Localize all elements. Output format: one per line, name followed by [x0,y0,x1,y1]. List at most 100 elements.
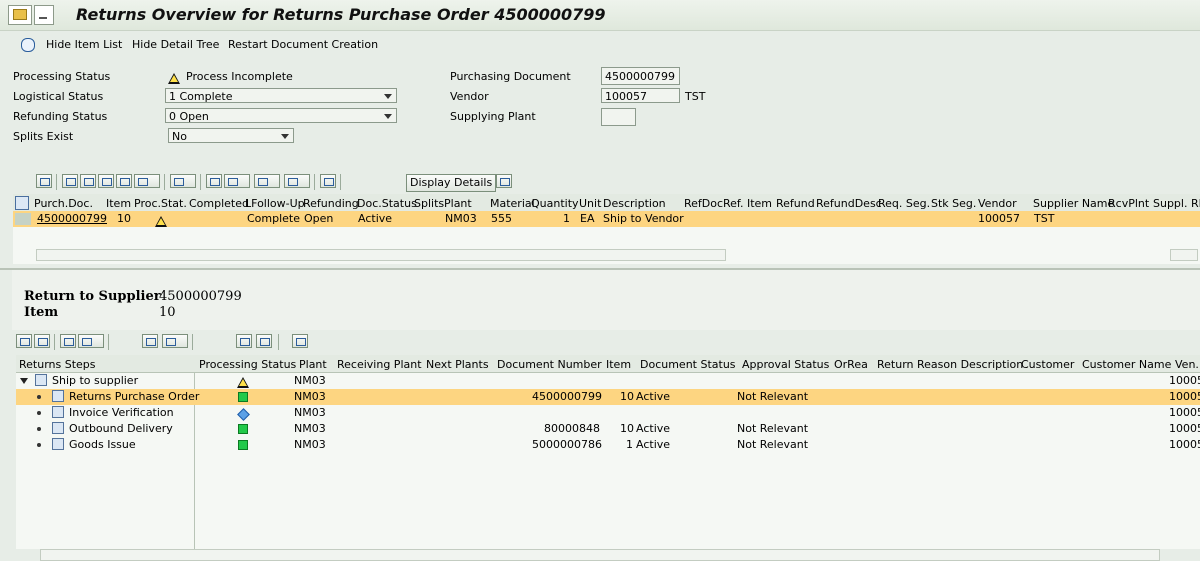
menu-dropdown-icon[interactable] [34,5,54,25]
col-lfollow-up[interactable]: LFollow-Up [245,197,305,210]
item-grid-horizontal-scrollbar[interactable] [36,249,726,261]
supplier-name-value: TST [1034,212,1055,225]
tree-row-returns-purchase-order[interactable]: Returns Purchase Order NM03 4500000799 1… [16,389,1200,405]
tree-row-goods-issue[interactable]: Goods Issue NM03 5000000786 1 Active Not… [16,437,1200,453]
col-returns-steps[interactable]: Returns Steps [19,358,96,371]
col-supplier-name[interactable]: Supplier Name [1033,197,1114,210]
hide-item-list-button[interactable]: Hide Item List [46,38,122,51]
col-req-seg[interactable]: Req. Seg. [878,197,930,210]
purch-doc-link[interactable]: 4500000799 [37,212,107,225]
export-icon[interactable] [254,174,280,188]
tree-row-outbound-delivery[interactable]: Outbound Delivery NM03 80000848 10 Activ… [16,421,1200,437]
col-ref-item[interactable]: Ref. Item [723,197,772,210]
close-icon[interactable] [292,334,308,348]
splits-exist-select[interactable]: No [168,128,294,143]
refunding-status-label: Refunding Status [13,110,108,123]
col-completed[interactable]: Completed [189,197,249,210]
collapse-all-icon[interactable] [34,334,50,348]
vendor-field[interactable]: 100057 [601,88,680,103]
refresh-icon [21,38,35,52]
layout-menu-icon[interactable] [8,5,32,25]
lfollow-up-value: Open [304,212,334,225]
green-status-icon [238,392,248,405]
layout-icon[interactable] [284,174,310,188]
col-document-status[interactable]: Document Status [640,358,736,371]
col-splits[interactable]: Splits [414,197,444,210]
col-approval-status[interactable]: Approval Status [742,358,829,371]
close-icon[interactable] [496,174,512,188]
window-title: Returns Overview for Returns Purchase Or… [76,5,606,24]
col-vendor[interactable]: Vendor [978,197,1017,210]
description-value: Ship to Vendor [603,212,684,225]
col-refunding[interactable]: Refunding [303,197,359,210]
filter-icon[interactable] [134,174,160,188]
col-doc-status[interactable]: Doc.Status [357,197,417,210]
col-customer[interactable]: Customer [1021,358,1074,371]
sum-icon[interactable] [170,174,196,188]
print-icon[interactable] [142,334,158,348]
col-description[interactable]: Description [603,197,666,210]
restart-document-creation-button[interactable]: Restart Document Creation [228,38,378,51]
tree-grid-horizontal-scrollbar[interactable] [40,549,1160,561]
sort-descending-icon[interactable] [80,174,96,188]
quantity-value: 1 [563,212,570,225]
info-icon[interactable] [320,174,336,188]
col-refunddesc[interactable]: RefundDesc [816,197,882,210]
col-return-reason-description[interactable]: Return Reason Description [877,358,1023,371]
col-receiving-plant[interactable]: Receiving Plant [337,358,422,371]
col-vendor[interactable]: Ven. [1175,358,1199,371]
col-proc-stat[interactable]: Proc.Stat. [134,197,187,210]
col-plant[interactable]: Plant [299,358,327,371]
expand-arrow-icon[interactable] [20,378,28,384]
col-refdoc[interactable]: RefDoc [684,197,723,210]
col-item[interactable]: Item [106,197,131,210]
refunding-status-select[interactable]: 0 Open [165,108,397,123]
purchasing-document-field[interactable]: 4500000799 [601,67,680,85]
find-next-icon[interactable] [116,174,132,188]
select-all-icon[interactable] [15,196,29,210]
move-up-icon[interactable] [236,334,252,348]
layout-icon[interactable] [162,334,188,348]
col-item[interactable]: Item [606,358,631,371]
col-document-number[interactable]: Document Number [497,358,602,371]
step-label: Outbound Delivery [69,422,173,435]
logistical-status-select[interactable]: 1 Complete [165,88,397,103]
col-next-plants[interactable]: Next Plants [426,358,489,371]
row-selector[interactable] [15,213,31,225]
col-quantity[interactable]: Quantity [531,197,579,210]
item-row[interactable]: 4500000799 10 Complete Open Active NM03 … [13,211,1200,227]
sum-icon[interactable] [78,334,104,348]
col-customer-name[interactable]: Customer Name [1082,358,1171,371]
expand-all-icon[interactable] [16,334,32,348]
plant-value: NM03 [294,374,326,387]
details-icon[interactable] [36,174,52,188]
green-status-icon [238,424,248,437]
hide-detail-tree-button[interactable]: Hide Detail Tree [132,38,219,51]
col-purch-doc[interactable]: Purch.Doc. [34,197,93,210]
col-plant[interactable]: Plant [444,197,472,210]
display-details-button[interactable]: Display Details [406,174,497,192]
col-material[interactable]: Material [490,197,535,210]
find-icon[interactable] [98,174,114,188]
return-to-supplier-value: 4500000799 [159,289,242,304]
item-grid-toolbar: Display Details [36,172,536,192]
item-label: Item [24,305,59,320]
col-suppl-rma[interactable]: Suppl. RMA [1153,197,1200,210]
col-unit[interactable]: Unit [579,197,601,210]
tree-row-ship-to-supplier[interactable]: Ship to supplier NM03 10005 [16,373,1200,389]
step-label: Returns Purchase Order [69,390,200,403]
find-icon[interactable] [60,334,76,348]
col-orrea[interactable]: OrRea [834,358,868,371]
col-processing-status[interactable]: Processing Status [199,358,296,371]
print-icon[interactable] [206,174,222,188]
move-down-icon[interactable] [256,334,272,348]
supplying-plant-field[interactable] [601,108,636,126]
col-rcvplnt[interactable]: RcvPlnt [1108,197,1149,210]
item-grid-scroll-right[interactable] [1170,249,1198,261]
views-icon[interactable] [224,174,250,188]
sort-ascending-icon[interactable] [62,174,78,188]
col-stk-seg[interactable]: Stk Seg. [931,197,976,210]
vendor-value: 100057 [978,212,1020,225]
tree-row-invoice-verification[interactable]: Invoice Verification NM03 10005 [16,405,1200,421]
col-refund[interactable]: Refund [776,197,815,210]
